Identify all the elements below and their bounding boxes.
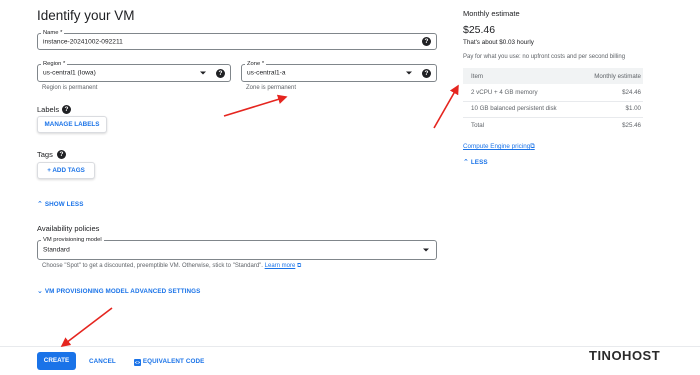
annotation-arrows: [60, 84, 459, 347]
watermark-logo: TINOHOST: [589, 348, 661, 363]
arrow-to-estimate: [433, 84, 459, 129]
arrow-to-zone: [223, 94, 288, 117]
arrow-to-create: [60, 307, 113, 347]
